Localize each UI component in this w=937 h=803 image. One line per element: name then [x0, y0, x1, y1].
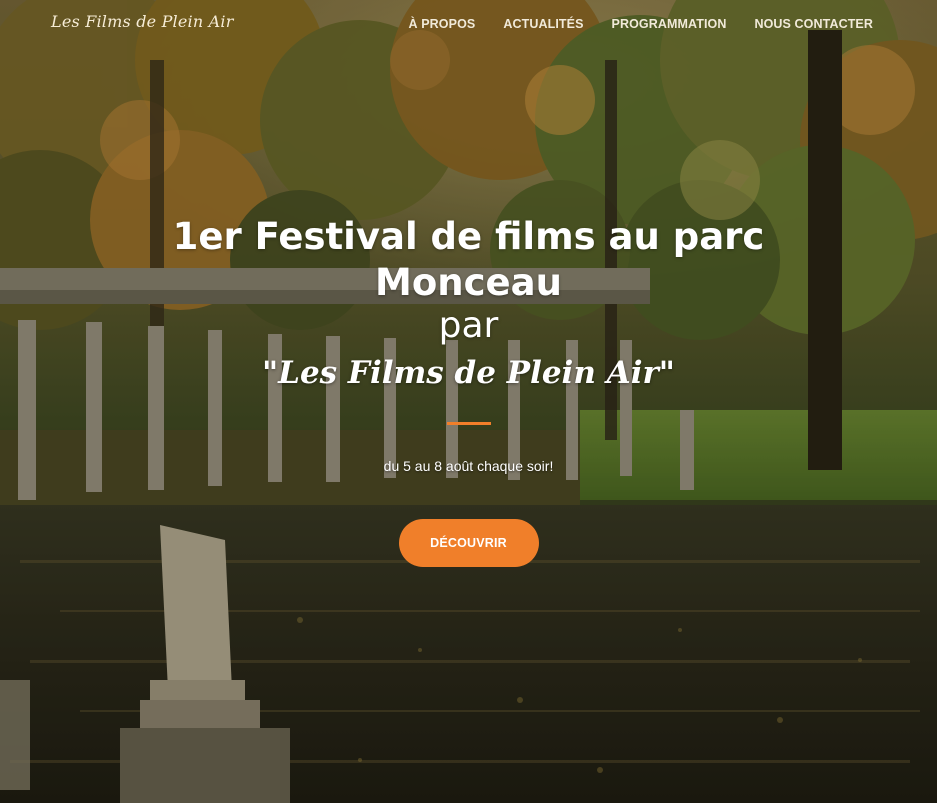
top-navbar: Les Films de Plein Air À PROPOS ACTUALIT…: [0, 0, 937, 48]
hero-brand-quote: "Les Films de Plein Air": [262, 355, 675, 391]
nav-menu: À PROPOS ACTUALITÉS PROGRAMMATION NOUS C…: [409, 17, 873, 31]
brand-logo[interactable]: Les Films de Plein Air: [51, 12, 234, 31]
hero-title: 1er Festival de films au parc Monceau: [172, 215, 765, 304]
hero-subtitle: du 5 au 8 août chaque soir!: [383, 458, 554, 474]
discover-button[interactable]: DÉCOUVRIR: [398, 519, 539, 567]
nav-link-actualites[interactable]: ACTUALITÉS: [503, 17, 583, 31]
nav-link-nous-contacter[interactable]: NOUS CONTACTER: [754, 17, 873, 31]
hero-content: 1er Festival de films au parc Monceau pa…: [0, 214, 937, 567]
hero-par-text: par: [438, 305, 499, 346]
nav-link-programmation[interactable]: PROGRAMMATION: [612, 17, 727, 31]
nav-link-a-propos[interactable]: À PROPOS: [409, 17, 476, 31]
hero-section: Les Films de Plein Air À PROPOS ACTUALIT…: [0, 0, 937, 803]
accent-divider: [446, 422, 491, 425]
